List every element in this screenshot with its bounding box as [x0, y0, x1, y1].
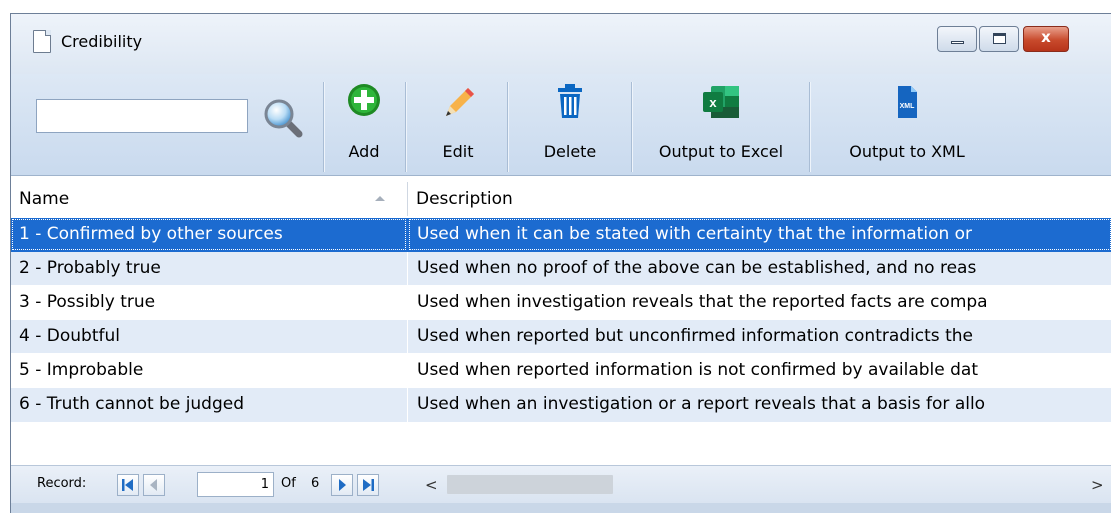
table-row[interactable]: 2 - Probably true Used when no proof of …: [11, 252, 1111, 286]
name-cell[interactable]: 3 - Possibly true: [11, 286, 407, 319]
description-cell[interactable]: Used when it can be stated with certaint…: [408, 218, 1111, 251]
record-label: Record:: [37, 476, 87, 491]
previous-record-icon: [150, 479, 157, 491]
scroll-thumb[interactable]: [447, 475, 613, 494]
close-icon: x: [1041, 28, 1051, 46]
table-row[interactable]: 5 - Improbable Used when reported inform…: [11, 354, 1111, 388]
search-button[interactable]: [261, 96, 307, 142]
output-to-xml-label: Output to XML: [849, 142, 965, 161]
table-row[interactable]: 6 - Truth cannot be judged Used when an …: [11, 388, 1111, 422]
table-row[interactable]: 3 - Possibly true Used when investigatio…: [11, 286, 1111, 320]
window-title: Credibility: [61, 32, 143, 51]
toolbar-separator: [405, 82, 406, 172]
trash-icon: [558, 84, 582, 118]
toolbar-separator: [507, 82, 508, 172]
description-cell[interactable]: Used when investigation reveals that the…: [408, 286, 1111, 319]
last-record-icon: [363, 479, 374, 491]
delete-button[interactable]: Delete: [531, 74, 609, 176]
add-button[interactable]: Add: [329, 74, 399, 176]
previous-record-button[interactable]: [143, 474, 165, 496]
name-cell[interactable]: 1 - Confirmed by other sources: [11, 218, 407, 251]
output-to-xml-button[interactable]: XML Output to XML: [825, 74, 989, 176]
toolbar-separator: [631, 82, 632, 172]
name-cell[interactable]: 6 - Truth cannot be judged: [11, 388, 407, 421]
table-row[interactable]: 1 - Confirmed by other sources Used when…: [11, 218, 1111, 252]
total-records: 6: [311, 476, 320, 491]
horizontal-scrollbar[interactable]: < >: [417, 472, 1111, 498]
excel-icon: x: [703, 86, 739, 118]
record-number-input[interactable]: 1: [197, 472, 274, 497]
scroll-right-icon[interactable]: >: [1091, 476, 1104, 494]
svg-text:x: x: [709, 95, 717, 110]
name-cell[interactable]: 4 - Doubtful: [11, 320, 407, 353]
minimize-button[interactable]: [937, 26, 977, 52]
table-row[interactable]: 4 - Doubtful Used when reported but unco…: [11, 320, 1111, 354]
column-header-description[interactable]: Description: [408, 180, 1111, 218]
window-bottom-frame: [11, 503, 1111, 513]
pencil-icon: [446, 88, 474, 116]
maximize-button[interactable]: [979, 26, 1019, 52]
name-cell[interactable]: 5 - Improbable: [11, 354, 407, 387]
minimize-icon: [951, 41, 964, 44]
record-navigator: Record: 1 Of 6 < >: [11, 465, 1111, 503]
edit-button[interactable]: Edit: [429, 74, 487, 176]
name-cell[interactable]: 2 - Probably true: [11, 252, 407, 285]
add-label: Add: [348, 142, 380, 161]
output-to-excel-label: Output to Excel: [658, 142, 784, 161]
output-to-excel-button[interactable]: x Output to Excel: [641, 74, 801, 176]
add-icon: [348, 84, 380, 116]
description-cell[interactable]: Used when an investigation or a report r…: [408, 388, 1111, 421]
edit-label: Edit: [442, 142, 474, 161]
credibility-window: Credibility x Add Edit Delete x Output t…: [10, 13, 1111, 513]
first-record-icon: [122, 479, 133, 491]
first-record-button[interactable]: [117, 474, 139, 496]
toolbar-separator: [809, 82, 810, 172]
xml-file-icon: XML: [898, 86, 917, 118]
description-cell[interactable]: Used when reported information is not co…: [408, 354, 1111, 387]
credibility-grid: Name Description 1 - Confirmed by other …: [11, 180, 1111, 465]
document-icon: [33, 30, 51, 53]
svg-text:XML: XML: [900, 103, 916, 110]
column-header-name[interactable]: Name: [11, 180, 407, 218]
maximize-icon: [993, 33, 1006, 44]
next-record-icon: [339, 479, 346, 491]
sort-ascending-icon: [375, 196, 385, 201]
description-cell[interactable]: Used when reported but unconfirmed infor…: [408, 320, 1111, 353]
next-record-button[interactable]: [331, 474, 353, 496]
delete-label: Delete: [543, 142, 597, 161]
description-cell[interactable]: Used when no proof of the above can be e…: [408, 252, 1111, 285]
title-bar: Credibility x: [11, 14, 1111, 74]
toolbar-separator: [323, 82, 324, 172]
of-label: Of: [281, 476, 296, 491]
last-record-button[interactable]: [357, 474, 379, 496]
scroll-left-icon[interactable]: <: [425, 476, 438, 494]
toolbar: Add Edit Delete x Output to Excel XML Ou…: [11, 74, 1111, 176]
close-button[interactable]: x: [1023, 26, 1069, 52]
search-input[interactable]: [36, 99, 248, 133]
grid-header: Name Description: [11, 180, 1111, 219]
magnifier-icon: [264, 99, 303, 138]
